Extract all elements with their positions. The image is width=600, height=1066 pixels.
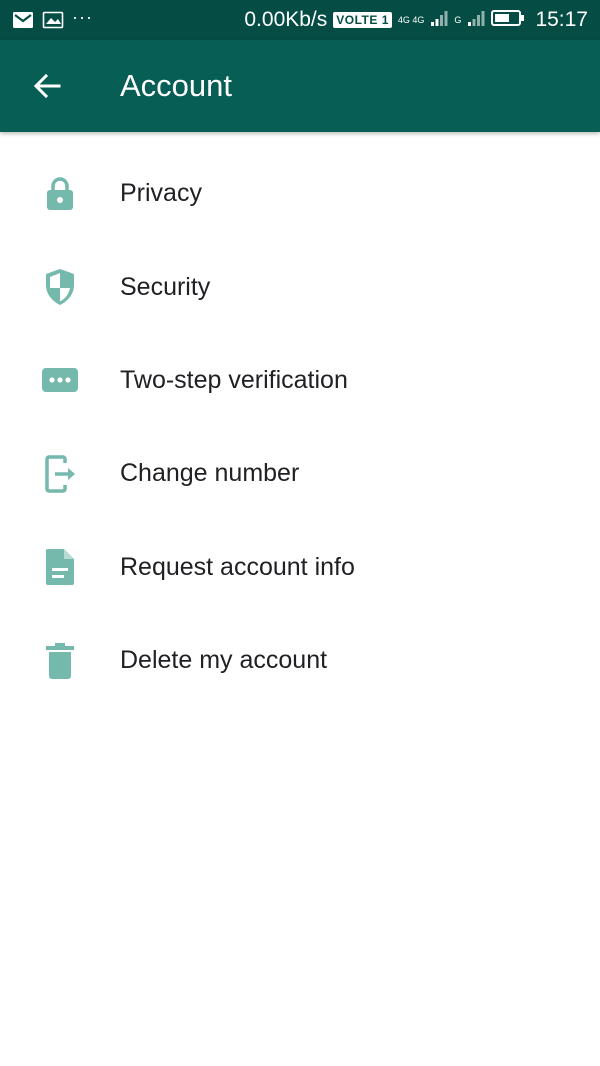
dots-icon: [40, 360, 80, 400]
signal-sim2-icon: [467, 9, 485, 32]
network-speed: 0.00Kb/s: [244, 8, 328, 31]
trash-icon: [40, 641, 80, 681]
menu-item-change-number[interactable]: Change number: [0, 427, 600, 520]
gallery-icon: [42, 11, 64, 29]
battery-icon: [491, 9, 525, 32]
menu-item-security[interactable]: Security: [0, 240, 600, 333]
menu-item-label: Request account info: [120, 552, 355, 581]
network-type-sim2: G: [454, 14, 462, 25]
page-title: Account: [120, 68, 233, 103]
volte-badge: VOLTE 1: [333, 12, 392, 28]
menu-item-label: Change number: [120, 459, 300, 488]
menu-item-label: Privacy: [120, 179, 202, 208]
lock-icon: [40, 174, 80, 214]
menu-item-privacy[interactable]: Privacy: [0, 147, 600, 240]
back-button[interactable]: [21, 60, 73, 112]
menu-item-delete-my-account[interactable]: Delete my account: [0, 614, 600, 707]
clock: 15:17: [535, 8, 588, 31]
gmail-icon: [12, 11, 34, 29]
more-notifications-icon: ···: [72, 7, 93, 27]
signal-sim1-icon: [430, 9, 448, 32]
account-menu: Privacy Security Two-step verification C…: [0, 147, 600, 707]
status-bar: ··· 0.00Kb/s VOLTE 1 4G 4G G 15:17: [0, 0, 600, 40]
document-icon: [40, 547, 80, 587]
menu-item-label: Two-step verification: [120, 365, 348, 394]
menu-item-label: Security: [120, 272, 211, 301]
menu-item-two-step-verification[interactable]: Two-step verification: [0, 334, 600, 427]
back-arrow-icon: [33, 73, 61, 99]
app-bar: Account: [0, 40, 600, 132]
phone-change-icon: [40, 454, 80, 494]
menu-item-request-account-info[interactable]: Request account info: [0, 521, 600, 614]
shield-icon: [40, 267, 80, 307]
menu-item-label: Delete my account: [120, 646, 328, 675]
network-type-sim1: 4G 4G: [397, 14, 425, 25]
